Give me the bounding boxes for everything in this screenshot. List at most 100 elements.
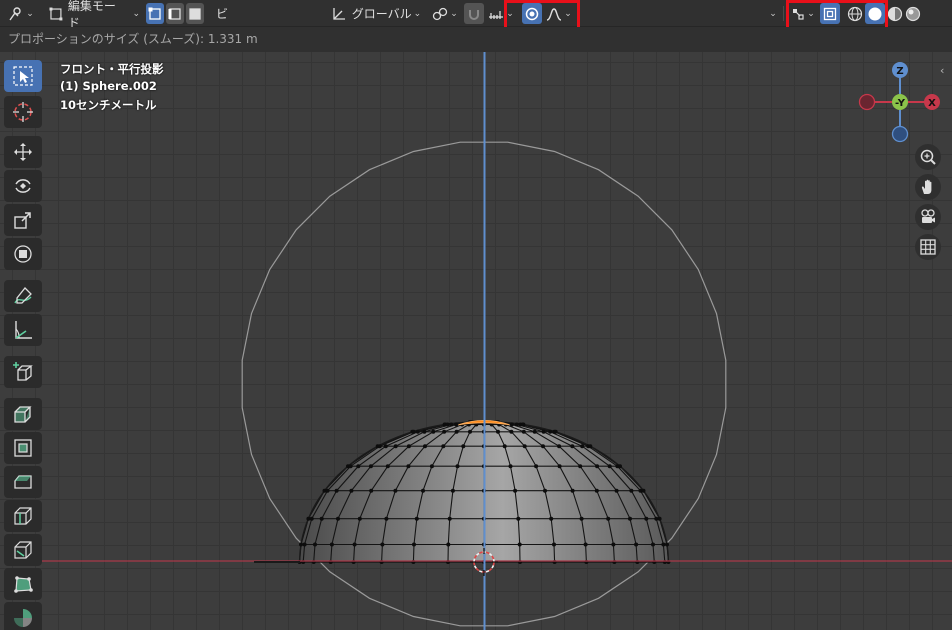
mesh-vertex[interactable] [349, 488, 354, 493]
mesh-vertex[interactable] [657, 516, 662, 521]
mesh-vertex[interactable] [513, 488, 518, 493]
mesh-vertex[interactable] [369, 488, 374, 493]
mesh-vertex[interactable] [628, 516, 632, 521]
mesh-vertex[interactable] [532, 429, 537, 434]
mesh-vertex[interactable] [442, 429, 447, 434]
camera-view-button[interactable] [915, 204, 941, 230]
mesh-vertex[interactable] [579, 516, 584, 521]
mesh-vertex[interactable] [541, 429, 546, 434]
mesh-vertex[interactable] [447, 516, 452, 521]
extrude-region-tool[interactable] [4, 398, 42, 430]
viewport-options-dropdown[interactable]: ⌄ [764, 3, 780, 24]
mesh-vertex[interactable] [385, 464, 390, 469]
mesh-vertex[interactable] [383, 444, 388, 449]
scale-tool[interactable] [4, 204, 42, 236]
rotate-tool[interactable] [4, 170, 42, 202]
3d-viewport[interactable] [0, 52, 952, 630]
mesh-vertex[interactable] [356, 464, 361, 469]
mesh-vertex[interactable] [415, 429, 420, 434]
mesh-vertex[interactable] [516, 516, 521, 521]
mesh-vertex[interactable] [509, 429, 514, 434]
mesh-vertex[interactable] [446, 542, 451, 547]
mesh-vertex[interactable] [309, 516, 314, 521]
mesh-vertex[interactable] [517, 542, 522, 547]
select-box-tool[interactable] [4, 60, 42, 92]
cursor-tool[interactable] [4, 96, 42, 128]
mesh-vertex[interactable] [502, 444, 507, 449]
mesh-vertex[interactable] [543, 488, 547, 493]
mesh-vertex[interactable] [611, 542, 616, 547]
mesh-vertex[interactable] [429, 464, 434, 469]
snap-toggle[interactable] [464, 3, 484, 24]
neg-x-axis-handle[interactable] [858, 93, 876, 111]
annotate-tool[interactable] [4, 280, 42, 312]
mesh-vertex[interactable] [508, 464, 513, 469]
edge-select-button[interactable] [166, 3, 184, 24]
zoom-button[interactable] [915, 144, 941, 170]
mesh-vertex[interactable] [377, 444, 382, 449]
mesh-vertex[interactable] [468, 429, 472, 434]
mesh-vertex[interactable] [514, 422, 519, 427]
transform-orientation-select[interactable]: グローバル ⌄ [330, 3, 422, 24]
mesh-vertex[interactable] [614, 488, 619, 493]
mesh-vertex[interactable] [570, 488, 575, 493]
mesh-vertex[interactable] [334, 488, 339, 493]
mesh-vertex[interactable] [313, 542, 317, 547]
perspective-toggle-button[interactable] [915, 234, 941, 260]
sidebar-toggle-icon[interactable]: ‹ [940, 64, 944, 77]
mesh-vertex[interactable] [431, 429, 436, 434]
mesh-vertex[interactable] [393, 444, 398, 449]
pan-button[interactable] [915, 174, 941, 200]
mesh-vertex[interactable] [329, 542, 334, 547]
mesh-vertex[interactable] [583, 542, 588, 547]
mesh-vertex[interactable] [606, 516, 611, 521]
mesh-vertex[interactable] [552, 542, 556, 547]
mesh-vertex[interactable] [384, 516, 389, 521]
pivot-point-select[interactable]: ⌄ [430, 3, 460, 24]
mesh-vertex[interactable] [406, 464, 411, 469]
mesh-vertex[interactable] [548, 429, 553, 434]
material-shading-button[interactable] [885, 3, 905, 24]
mesh-vertex[interactable] [414, 516, 419, 521]
view-menu[interactable]: ビ [214, 3, 230, 24]
navigation-gizmo[interactable]: Z X -Y [858, 60, 942, 144]
mesh-vertex[interactable] [618, 464, 622, 469]
mesh-vertex[interactable] [522, 444, 527, 449]
neg-z-axis-handle[interactable] [891, 125, 909, 143]
mesh-vertex[interactable] [450, 488, 455, 493]
mesh-vertex[interactable] [445, 422, 450, 427]
mesh-vertex[interactable] [521, 429, 526, 434]
mesh-vertex[interactable] [422, 429, 427, 434]
face-select-button[interactable] [186, 3, 204, 24]
mesh-vertex[interactable] [665, 542, 669, 547]
move-tool[interactable] [4, 136, 42, 168]
mesh-vertex[interactable] [557, 444, 562, 449]
vertex-select-button[interactable] [146, 3, 164, 24]
mesh-vertex[interactable] [411, 429, 416, 434]
editor-type-button[interactable]: ⌄ [6, 3, 36, 24]
mesh-vertex[interactable] [302, 542, 307, 547]
measure-tool[interactable] [4, 314, 42, 346]
mesh-vertex[interactable] [578, 464, 583, 469]
spin-tool[interactable] [4, 602, 42, 630]
mesh-vertex[interactable] [549, 516, 554, 521]
mesh-vertex[interactable] [449, 422, 454, 427]
mesh-vertex[interactable] [570, 444, 575, 449]
mesh-vertex[interactable] [357, 516, 362, 521]
mesh-vertex[interactable] [661, 542, 666, 547]
mesh-vertex[interactable] [406, 444, 411, 449]
mesh-vertex[interactable] [380, 542, 385, 547]
mesh-vertex[interactable] [461, 444, 466, 449]
mesh-vertex[interactable] [557, 464, 562, 469]
mesh-vertex[interactable] [454, 422, 459, 427]
mesh-vertex[interactable] [588, 444, 593, 449]
mesh-vertex[interactable] [521, 422, 526, 427]
mesh-vertex[interactable] [454, 429, 459, 434]
transform-tool[interactable] [4, 238, 42, 270]
mesh-vertex[interactable] [368, 464, 373, 469]
mesh-vertex[interactable] [594, 488, 599, 493]
mesh-vertex[interactable] [644, 516, 649, 521]
mesh-vertex[interactable] [423, 444, 427, 449]
mesh-vertex[interactable] [455, 464, 460, 469]
mesh-vertex[interactable] [325, 488, 330, 493]
